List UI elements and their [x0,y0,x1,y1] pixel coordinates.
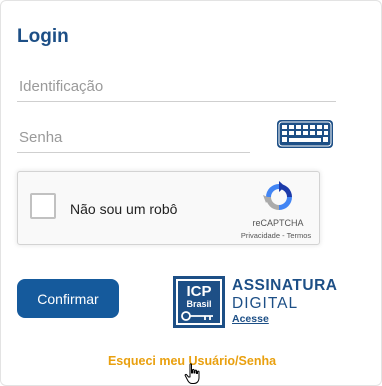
hand-pointer-icon [184,363,200,384]
svg-text:ICP: ICP [186,283,211,300]
recaptcha-widget: Não sou um robô reCAPTCHA Privacidade - … [17,171,320,245]
identification-input[interactable] [17,78,336,102]
recaptcha-logo-icon [263,181,292,210]
recaptcha-links: Privacidade - Termos [230,231,322,240]
privacy-link[interactable]: Privacidade [241,231,280,240]
login-panel: Login Não sou um robô reCA [0,0,382,386]
digital-signature-title: ASSINATURA [232,277,338,294]
recaptcha-checkbox[interactable] [30,193,56,219]
password-input[interactable] [17,129,250,153]
keyboard-icon[interactable] [276,119,334,149]
page-title: Login [17,26,69,47]
icp-brasil-logo-icon[interactable]: ICP Brasil [173,276,225,328]
digital-signature-access-link[interactable]: Acesse [232,313,269,325]
terms-link[interactable]: Termos [287,231,312,240]
svg-text:Brasil: Brasil [186,299,211,309]
recaptcha-label: Não sou um robô [70,201,178,217]
recaptcha-brand: reCAPTCHA [252,218,304,228]
confirm-button[interactable]: Confirmar [17,279,119,318]
digital-signature-subtitle: DIGITAL [232,295,299,312]
